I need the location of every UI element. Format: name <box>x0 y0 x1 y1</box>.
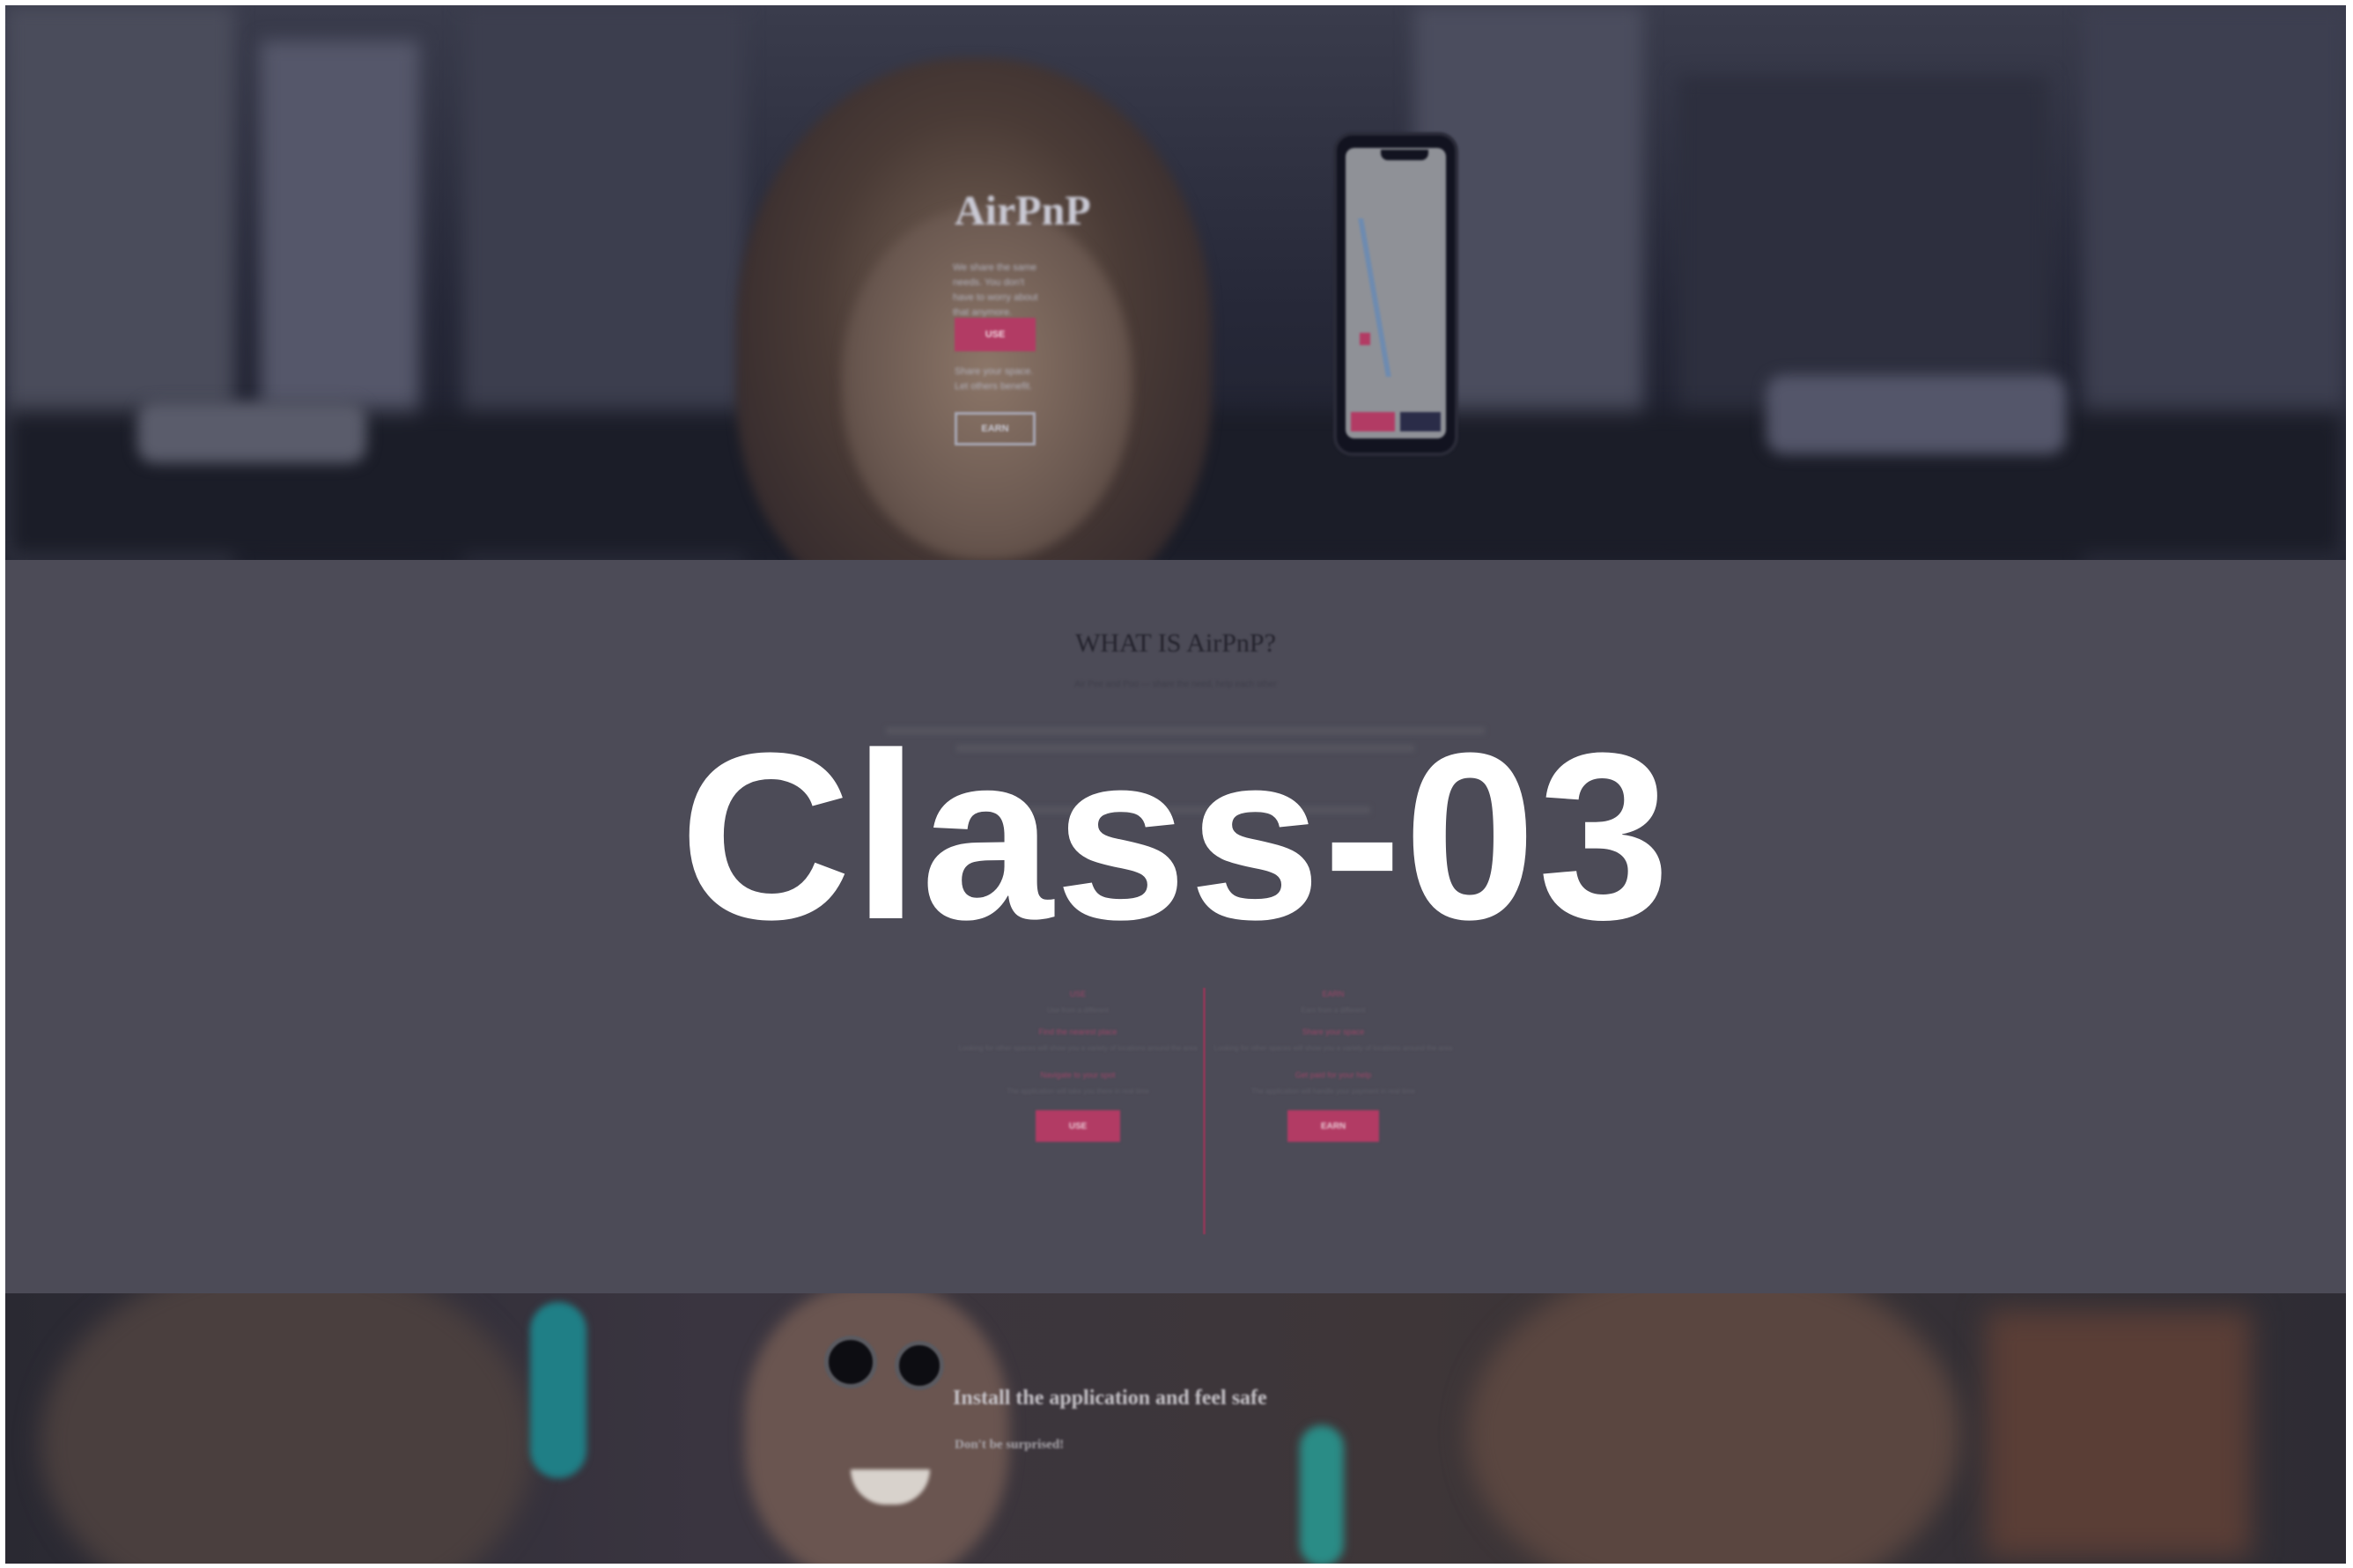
phone-map-screen <box>1346 148 1446 438</box>
background-vehicle <box>137 401 366 463</box>
about-section: WHAT IS AirPnP? Air Pee and Poo — share … <box>5 560 2346 1293</box>
background-teal-shape <box>530 1302 586 1478</box>
hero-share-text: Share your space. Let others benefit. <box>955 366 1034 392</box>
column-desc: Earn from a different <box>1301 1006 1366 1014</box>
column-title: USE <box>1069 990 1087 998</box>
use-button[interactable]: USE <box>955 318 1036 351</box>
phone-use-button <box>1351 412 1395 431</box>
phone-notch <box>1381 150 1428 160</box>
sunglasses-icon <box>824 1336 877 1388</box>
map-route <box>1358 218 1413 377</box>
earn-column-button[interactable]: EARN <box>1287 1110 1379 1142</box>
install-section: Install the application and feel safe Do… <box>5 1293 2346 1564</box>
screenshot-frame: AirPnP We share the same needs. You don'… <box>5 5 2346 1564</box>
phone-earn-button <box>1400 412 1441 431</box>
column-desc: Use from a different <box>1046 1006 1110 1014</box>
step-desc: The application will take you there in r… <box>1007 1087 1149 1095</box>
sunglasses-icon <box>895 1341 944 1390</box>
background-flag <box>1987 1311 2251 1557</box>
background-vehicle <box>1767 375 2066 454</box>
about-subheading: Air Pee and Poo — share the need, help e… <box>1074 680 1277 689</box>
brand-title: AirPnP <box>955 188 1091 234</box>
column-title: EARN <box>1322 990 1345 998</box>
use-column-button[interactable]: USE <box>1036 1110 1120 1142</box>
step-desc: Looking for other spaces will show you a… <box>1213 1044 1453 1052</box>
hero-tagline: We share the same needs. You don't have … <box>953 262 1038 318</box>
earn-button[interactable]: EARN <box>955 412 1036 445</box>
class-title: Class-03 <box>679 704 1672 969</box>
step-title: Share your space <box>1302 1027 1365 1036</box>
background-person <box>1467 1293 1960 1564</box>
install-subtitle: Don't be surprised! <box>955 1438 1065 1452</box>
step-title: Navigate to your spot <box>1040 1071 1116 1079</box>
background-person <box>41 1293 534 1564</box>
smiling-person-photo <box>745 1293 1009 1564</box>
earn-column: EARN Earn from a different Share your sp… <box>1201 990 1465 1142</box>
hero-section: AirPnP We share the same needs. You don'… <box>5 5 2346 560</box>
step-desc: Looking for other spaces will show you a… <box>958 1044 1198 1052</box>
map-pin-icon <box>1360 333 1370 345</box>
use-column: USE Use from a different Find the neares… <box>946 990 1210 1142</box>
step-title: Get paid for your help <box>1295 1071 1372 1079</box>
phone-mockup <box>1333 132 1458 456</box>
step-title: Find the nearest place <box>1038 1027 1117 1036</box>
about-heading: WHAT IS AirPnP? <box>1075 629 1276 658</box>
background-teal-shape <box>1300 1425 1344 1564</box>
install-title: Install the application and feel safe <box>953 1387 1267 1410</box>
step-desc: The application will handle your payment… <box>1251 1087 1415 1095</box>
